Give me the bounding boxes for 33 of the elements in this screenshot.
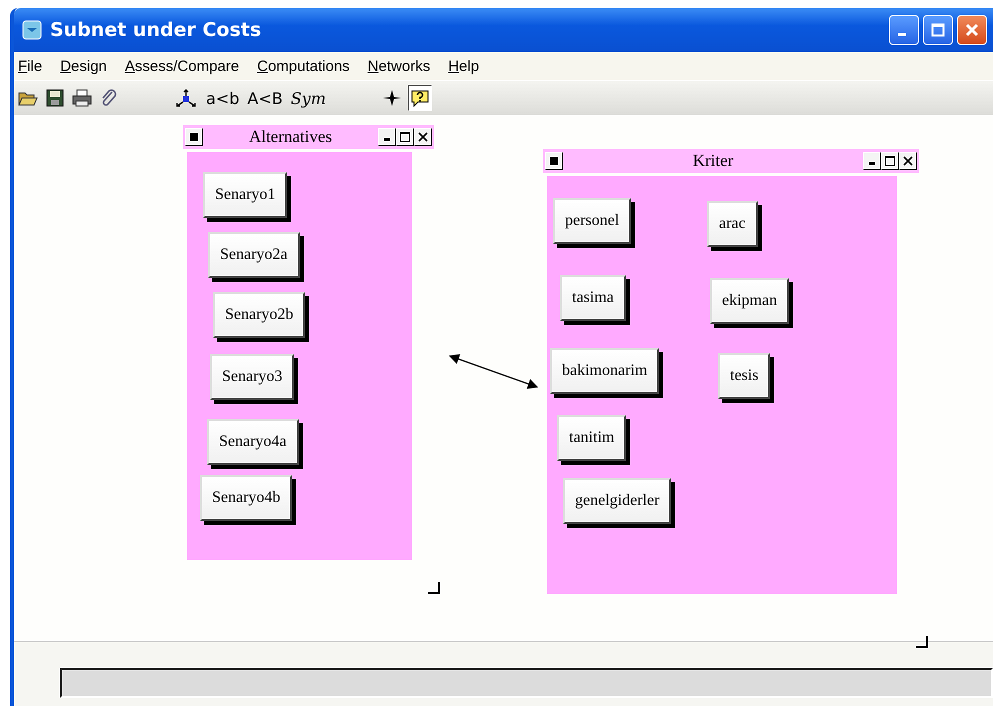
maximize-icon	[400, 132, 410, 142]
toolbar-button[interactable]: Sym	[288, 85, 328, 111]
maximize-button[interactable]	[881, 152, 899, 170]
system-menu-button[interactable]	[185, 128, 203, 146]
menu-item[interactable]: Computations	[257, 58, 350, 74]
menu-item[interactable]: File	[18, 58, 42, 74]
help-icon[interactable]	[408, 85, 432, 111]
resize-grip-icon	[427, 581, 441, 595]
cluster-title: Kriter	[692, 151, 734, 171]
window-title: Subnet under Costs	[50, 19, 262, 41]
close-button[interactable]	[899, 152, 917, 170]
maximize-button[interactable]	[396, 128, 414, 146]
close-button[interactable]	[414, 128, 432, 146]
close-icon	[965, 23, 979, 37]
menu-item[interactable]: Assess/Compare	[124, 58, 240, 74]
menu-item[interactable]: Design	[60, 58, 107, 74]
resize-grip-icon	[915, 635, 929, 649]
maximize-icon	[931, 23, 945, 37]
toolbar-button[interactable]: a<b	[204, 85, 242, 111]
close-icon	[418, 132, 428, 142]
maximize-icon	[885, 156, 895, 166]
close-icon	[903, 156, 913, 166]
minimize-button[interactable]	[378, 128, 396, 146]
system-menu-button[interactable]	[545, 152, 563, 170]
minimize-button[interactable]	[863, 152, 881, 170]
menu-item[interactable]: Networks	[368, 58, 430, 74]
square-icon	[550, 157, 558, 165]
minimize-icon	[898, 32, 906, 36]
app-icon	[22, 20, 42, 40]
menu-item[interactable]: Help	[448, 58, 480, 74]
cluster-title: Alternatives	[248, 127, 334, 147]
toolbar-button[interactable]: A<B	[245, 85, 285, 111]
square-icon	[190, 133, 198, 141]
